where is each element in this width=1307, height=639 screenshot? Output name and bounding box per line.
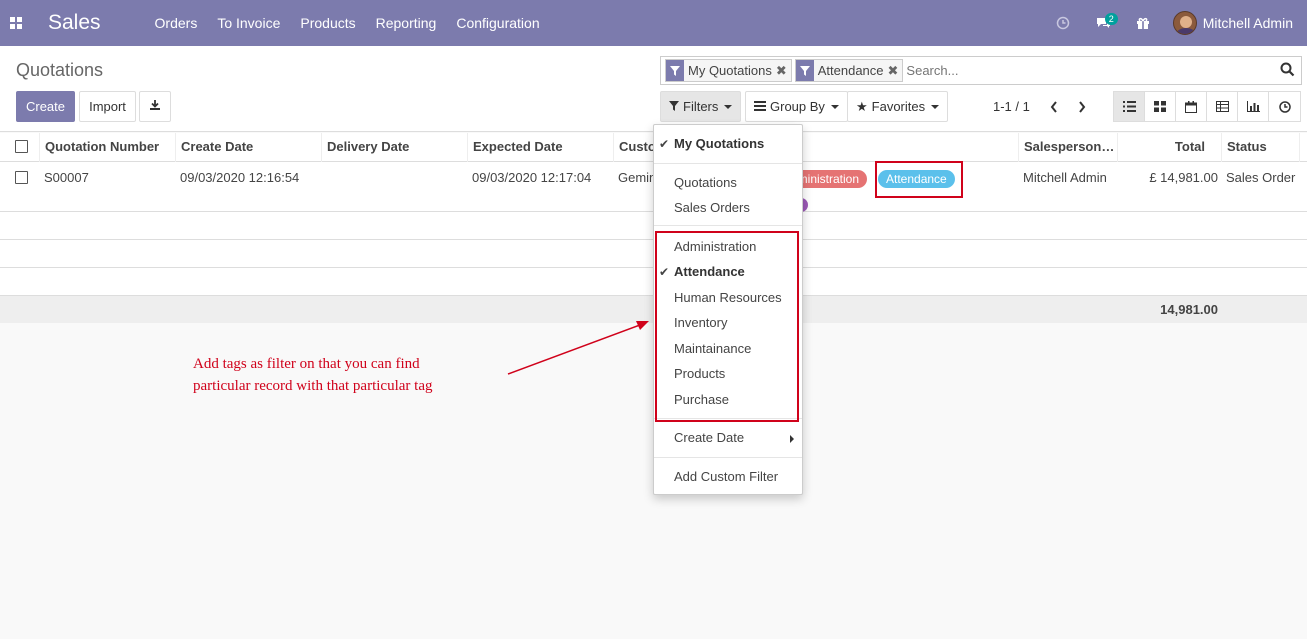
apps-menu-icon[interactable] <box>0 0 32 46</box>
footer-total: 14,981.00 <box>1160 302 1218 317</box>
column-expected-date[interactable]: Expected Date <box>469 133 614 162</box>
favorites-label: Favorites <box>871 99 926 114</box>
star-icon: ★ <box>856 98 868 114</box>
menu-products[interactable]: Products <box>290 0 365 46</box>
filter-label: My Quotations <box>674 136 765 151</box>
add-custom-filter[interactable]: Add Custom Filter <box>654 465 802 489</box>
annotation-line-1: Add tags as filter on that you can find <box>193 356 420 372</box>
filters-button[interactable]: Filters <box>660 91 742 122</box>
column-total[interactable]: Total <box>1119 133 1222 162</box>
filters-label: Filters <box>683 99 719 114</box>
kanban-view-icon[interactable] <box>1145 92 1176 121</box>
annotation-line-2: particular record with that particular t… <box>193 378 433 394</box>
search-facet-attendance[interactable]: Attendance ✖ <box>794 59 904 82</box>
create-button[interactable]: Create <box>16 91 75 122</box>
annotation-arrow-icon <box>507 321 649 375</box>
annotation-text: Add tags as filter on that you can find … <box>193 353 513 397</box>
cell-salesperson: Mitchell Admin <box>1023 170 1107 185</box>
cell-status: Sales Order <box>1226 170 1296 185</box>
menu-orders[interactable]: Orders <box>145 0 208 46</box>
filter-my-quotations[interactable]: ✔ My Quotations <box>654 132 802 156</box>
pivot-view-icon[interactable] <box>1207 92 1238 121</box>
activity-clock-icon[interactable] <box>1043 0 1083 46</box>
cell-total: £ 14,981.00 <box>1149 170 1218 185</box>
filter-quotations[interactable]: Quotations <box>654 171 802 195</box>
select-all-cell <box>0 133 40 162</box>
menu-configuration[interactable]: Configuration <box>446 0 549 46</box>
cell-expected-date: 09/03/2020 12:17:04 <box>472 170 592 185</box>
navbar-systray: 2 Mitchell Admin <box>1043 0 1307 46</box>
column-status[interactable]: Status <box>1223 133 1300 162</box>
group-by-button[interactable]: Group By <box>745 91 848 122</box>
caret-down-icon <box>830 104 839 109</box>
filter-funnel-icon <box>666 60 684 81</box>
list-view-icon[interactable] <box>1114 92 1145 121</box>
filter-funnel-icon <box>669 99 679 114</box>
cell-create-date: 09/03/2020 12:16:54 <box>180 170 300 185</box>
filter-sales-orders[interactable]: Sales Orders <box>654 196 802 220</box>
divider <box>654 457 802 458</box>
breadcrumb: Quotations <box>16 60 104 80</box>
group-by-label: Group By <box>770 99 825 114</box>
divider <box>654 225 802 226</box>
import-button[interactable]: Import <box>79 91 136 122</box>
filter-label: Create Date <box>674 430 745 445</box>
search-facet-my-quotations[interactable]: My Quotations ✖ <box>665 59 792 82</box>
divider <box>654 163 802 164</box>
top-navbar: Sales Orders To Invoice Products Reporti… <box>0 0 1307 46</box>
pager-value[interactable]: 1-1 / 1 <box>993 99 1030 114</box>
caret-down-icon <box>724 104 733 109</box>
cell-quotation-number: S00007 <box>44 170 89 185</box>
download-icon <box>149 99 161 114</box>
activity-view-icon[interactable] <box>1269 92 1300 121</box>
app-title: Sales <box>48 11 101 34</box>
select-all-checkbox[interactable] <box>15 140 28 153</box>
search-bar[interactable]: My Quotations ✖ Attendance ✖ <box>660 56 1302 85</box>
favorites-button[interactable]: ★ Favorites <box>847 91 949 122</box>
column-salesperson[interactable]: Salesperson… <box>1020 133 1118 162</box>
search-input[interactable] <box>906 59 1267 82</box>
highlight-box-tag-filters <box>655 231 799 422</box>
user-avatar[interactable] <box>1172 11 1197 35</box>
caret-right-icon <box>790 435 794 443</box>
facet-remove-icon[interactable]: ✖ <box>776 60 791 81</box>
pager-previous-icon[interactable] <box>1042 91 1066 122</box>
row-checkbox[interactable] <box>15 171 28 184</box>
checkmark-icon: ✔ <box>659 137 670 151</box>
facet-label: My Quotations <box>688 63 772 78</box>
calendar-view-icon[interactable] <box>1176 92 1207 121</box>
highlight-box-tag <box>875 161 963 198</box>
facet-remove-icon[interactable]: ✖ <box>888 60 903 81</box>
chat-badge: 2 <box>1104 13 1118 25</box>
caret-down-icon <box>931 104 940 109</box>
filter-funnel-icon <box>795 60 814 81</box>
pager-next-icon[interactable] <box>1070 91 1094 122</box>
filter-create-date[interactable]: Create Date <box>654 426 802 450</box>
download-button[interactable] <box>139 91 171 122</box>
graph-view-icon[interactable] <box>1238 92 1269 121</box>
menu-reporting[interactable]: Reporting <box>366 0 447 46</box>
column-create-date[interactable]: Create Date <box>177 133 322 162</box>
view-switcher <box>1113 91 1301 122</box>
chat-icon[interactable]: 2 <box>1083 0 1123 46</box>
list-bars-icon <box>754 99 766 114</box>
gift-icon[interactable] <box>1123 0 1163 46</box>
column-quotation-number[interactable]: Quotation Number <box>41 133 176 162</box>
column-delivery-date[interactable]: Delivery Date <box>323 133 468 162</box>
user-name[interactable]: Mitchell Admin <box>1203 15 1293 31</box>
facet-label: Attendance <box>817 63 884 78</box>
menu-to-invoice[interactable]: To Invoice <box>207 0 290 46</box>
control-panel: Quotations Create Import My Quotations ✖… <box>0 46 1307 132</box>
search-icon[interactable] <box>1280 62 1295 80</box>
